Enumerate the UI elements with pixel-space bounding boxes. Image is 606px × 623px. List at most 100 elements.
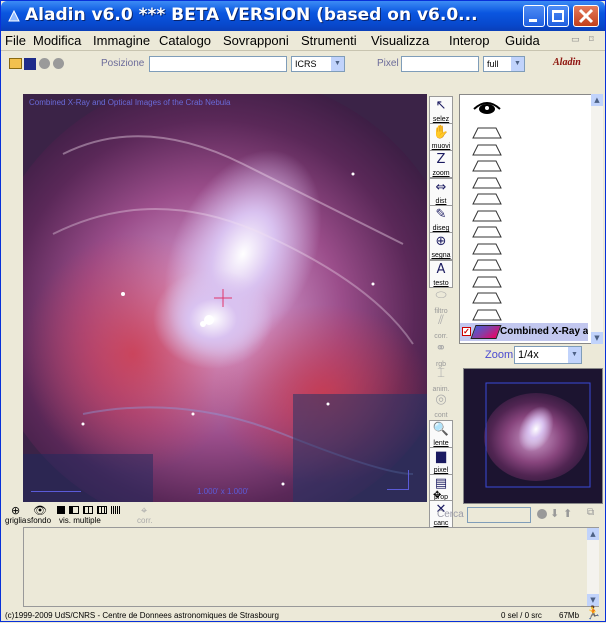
- menu-modifica[interactable]: Modifica: [33, 33, 81, 48]
- empty-plane-icon[interactable]: [472, 127, 502, 139]
- menu-immagine[interactable]: Immagine: [93, 33, 150, 48]
- background-label: sfondo: [27, 516, 52, 525]
- running-man-icon: 🏃: [585, 605, 602, 620]
- aladin-app-icon: [8, 9, 20, 22]
- tool-diseg[interactable]: ✎ diseg: [429, 205, 453, 234]
- menu-guida[interactable]: Guida: [505, 33, 540, 48]
- chevron-down-icon: ▼: [510, 57, 524, 71]
- search-go-icon[interactable]: [537, 509, 547, 519]
- app-window: Aladin v6.0 *** BETA VERSION (based on v…: [0, 0, 606, 622]
- tool-zoom[interactable]: Zzoom: [429, 150, 453, 179]
- tool-selez[interactable]: ↖ selez: [429, 95, 453, 124]
- detach-icon[interactable]: ⌑: [589, 35, 594, 45]
- overview-panel[interactable]: [463, 368, 603, 504]
- empty-plane-icon[interactable]: [472, 276, 502, 288]
- tool-label: muovi: [431, 143, 451, 151]
- pixel-mode-value: full: [487, 59, 499, 69]
- title-bar[interactable]: Aladin v6.0 *** BETA VERSION (based on v…: [1, 1, 605, 31]
- pixel-mode-select[interactable]: full ▼: [483, 56, 525, 72]
- tool-label: cont: [434, 411, 448, 419]
- save-icon[interactable]: [24, 58, 36, 70]
- compass-icon: [387, 470, 409, 490]
- menu-catalogo[interactable]: Catalogo: [159, 33, 211, 48]
- checkbox-checked-icon[interactable]: ✓: [462, 327, 471, 336]
- empty-plane-icon[interactable]: [472, 243, 502, 255]
- empty-plane-icon[interactable]: [472, 210, 502, 222]
- zoom-icon: Z: [436, 152, 446, 168]
- tool-label: diseg: [432, 225, 450, 233]
- close-icon: [578, 8, 594, 24]
- position-input[interactable]: [149, 56, 287, 72]
- tool-palette: ↖ selez ✋ muovi Zzoom ⇔ dist ✎ diseg ⊕ segna Atesto…: [427, 94, 457, 528]
- text-icon: A: [436, 261, 446, 277]
- layer-stack[interactable]: ✓ Combined X-Ray a: [459, 94, 599, 344]
- menu-visualizza[interactable]: Visualizza: [371, 33, 429, 48]
- tool-dist[interactable]: ⇔ dist: [429, 177, 453, 206]
- overview-thumbnail: [464, 369, 602, 503]
- tool-cont: ◎ cont: [429, 391, 453, 419]
- record-grey-icon[interactable]: [39, 58, 50, 69]
- menu-interop[interactable]: Interop: [449, 33, 489, 48]
- detach-console-icon[interactable]: ⧉: [587, 507, 594, 518]
- tool-muovi[interactable]: ✋ muovi: [429, 123, 453, 152]
- tool-lente[interactable]: 🔍 lente: [429, 419, 453, 448]
- empty-plane-icon[interactable]: [472, 259, 502, 271]
- search-down-icon[interactable]: ⬇: [550, 507, 559, 520]
- chevron-down-icon: ▼: [567, 347, 581, 363]
- menu-strumenti[interactable]: Strumenti: [301, 33, 357, 48]
- tool-filtro: ⬭ filtro: [429, 287, 453, 315]
- grid-label: griglia: [5, 516, 27, 525]
- multiview-2-icon[interactable]: [69, 506, 79, 514]
- scroll-up-icon[interactable]: ▲: [587, 528, 599, 540]
- active-layer-row[interactable]: ✓ Combined X-Ray a: [460, 323, 588, 341]
- multiview-4-icon[interactable]: [83, 506, 93, 514]
- tool-label: dist: [435, 197, 447, 205]
- multiview-1-icon[interactable]: [57, 506, 65, 514]
- layer-scrollbar[interactable]: ▲ ▼: [591, 94, 603, 344]
- empty-plane-icon[interactable]: [472, 226, 502, 238]
- menu-file[interactable]: File: [5, 33, 26, 48]
- scale-label: 1.000' x 1.000': [197, 487, 249, 496]
- search-up-icon[interactable]: ⬆: [563, 507, 572, 520]
- menu-sovrapponi[interactable]: Sovrapponi: [223, 33, 289, 48]
- tool-testo[interactable]: Atesto: [429, 259, 453, 288]
- open-folder-icon[interactable]: [9, 58, 22, 69]
- empty-plane-icon[interactable]: [472, 309, 502, 321]
- eye-icon[interactable]: [472, 99, 502, 115]
- scroll-down-icon[interactable]: ▼: [591, 332, 603, 344]
- empty-plane-icon[interactable]: [472, 177, 502, 189]
- status-bar: (c)1999-2009 UdS/CNRS - Centre de Donnee…: [5, 605, 605, 623]
- tool-segna[interactable]: ⊕ segna: [429, 232, 453, 261]
- console-scrollbar[interactable]: ▲ ▼: [587, 528, 599, 606]
- move-arrows-icon[interactable]: ✥: [433, 490, 441, 501]
- console-area[interactable]: [23, 527, 599, 607]
- restore-icon[interactable]: ▭: [571, 35, 580, 45]
- search-input[interactable]: [467, 507, 531, 523]
- crab-nebula-image: [23, 94, 427, 502]
- tool-corr: ⫽ corr.: [429, 312, 453, 340]
- minimize-button[interactable]: [523, 5, 545, 27]
- pixel-icon: ▆: [436, 449, 446, 465]
- image-view[interactable]: Combined X-Ray and Optical Images of the…: [23, 94, 427, 502]
- tool-pixel[interactable]: ▆ pixel: [429, 447, 453, 476]
- scroll-up-icon[interactable]: ▲: [591, 94, 603, 106]
- empty-plane-icon[interactable]: [472, 292, 502, 304]
- selection-count: 0 sel / 0 src: [501, 611, 542, 620]
- maximize-icon: [552, 10, 564, 22]
- pencil-icon: ✎: [435, 207, 447, 223]
- record-grey-2-icon[interactable]: [53, 58, 64, 69]
- target-icon: ⊕: [435, 234, 447, 250]
- tool-label: segna: [431, 252, 451, 260]
- empty-plane-icon[interactable]: [472, 160, 502, 172]
- maximize-button[interactable]: [547, 5, 569, 27]
- pixel-input[interactable]: [401, 56, 479, 72]
- multiview-9-icon[interactable]: [97, 506, 107, 514]
- frame-select[interactable]: ICRS ▼: [291, 56, 345, 72]
- close-button[interactable]: [573, 5, 599, 27]
- layer-name: Combined X-Ray a: [500, 326, 588, 337]
- multiview-16-icon[interactable]: [111, 506, 121, 514]
- empty-plane-icon[interactable]: [472, 193, 502, 205]
- zoom-value: 1/4x: [518, 349, 539, 361]
- zoom-select[interactable]: 1/4x ▼: [514, 346, 582, 364]
- empty-plane-icon[interactable]: [472, 144, 502, 156]
